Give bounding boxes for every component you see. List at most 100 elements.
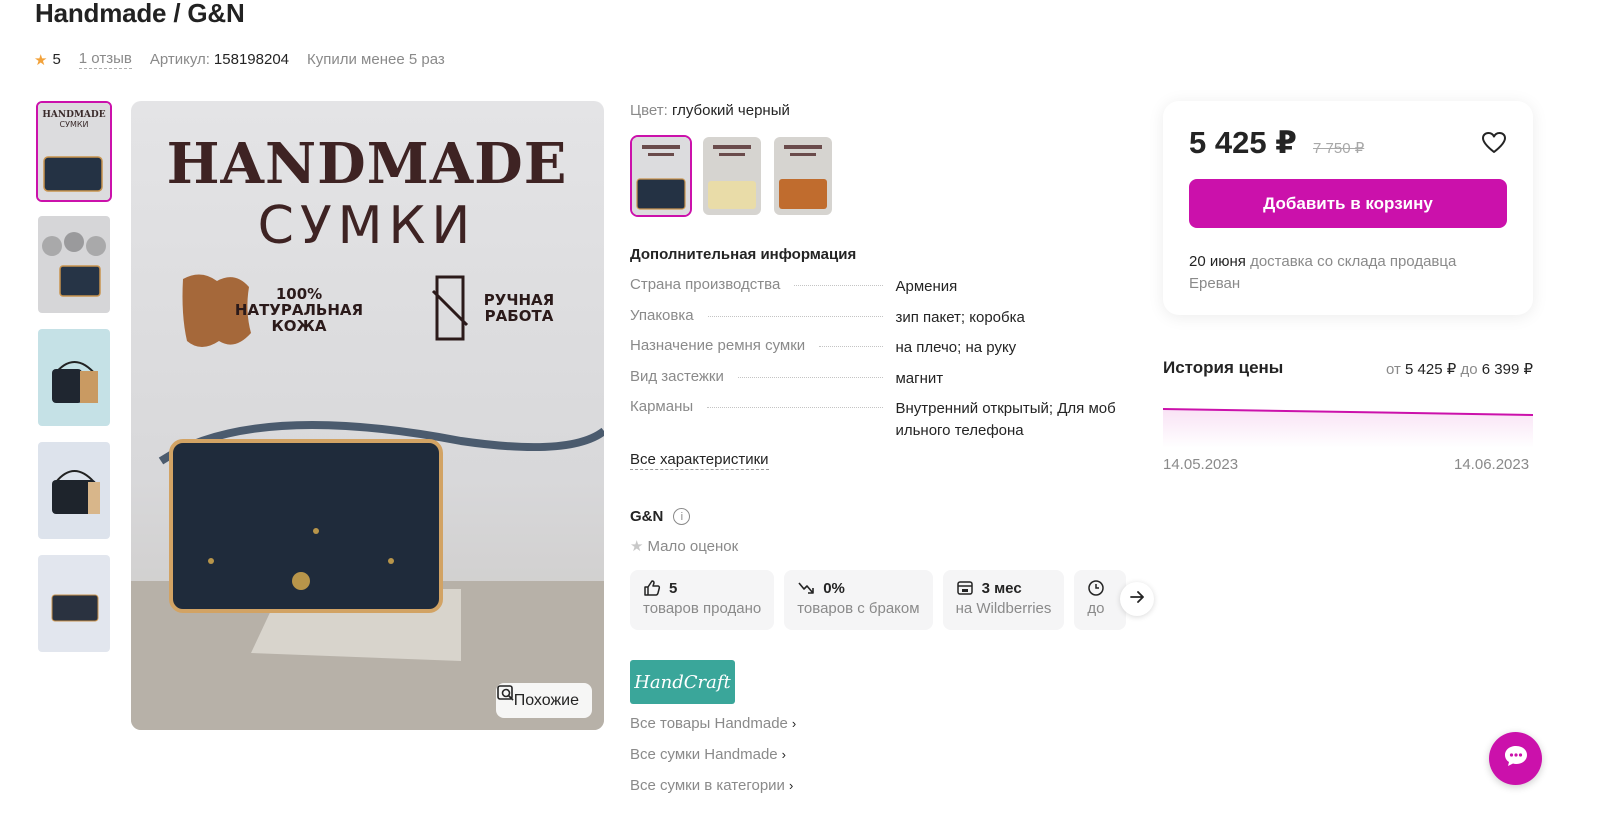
seller-name[interactable]: G&N i [630, 508, 691, 525]
spec-value: Армения [895, 278, 958, 295]
swatch-beige[interactable] [701, 135, 763, 217]
thumbnail-list: HANDMADE СУМКИ [36, 101, 113, 666]
spec-key: Упаковка [630, 307, 694, 324]
stat-value: 5 [669, 579, 678, 597]
spec-value: Внутренний открытый; Для моб ильного тел… [895, 400, 1116, 439]
brand-logo[interactable]: HandCraft [630, 660, 735, 704]
similar-label: Похожие [513, 691, 579, 709]
swatch-image [774, 137, 832, 215]
delivery-date: 20 июня [1189, 253, 1246, 270]
svg-text:HANDMADE: HANDMADE [167, 131, 568, 197]
stat-label: товаров с браком [797, 600, 920, 617]
svg-text:РАБОТА: РАБОТА [485, 307, 554, 325]
add-to-cart-button[interactable]: Добавить в корзину [1189, 179, 1507, 228]
store-icon [956, 579, 974, 597]
product-title: Handmade / G&N [35, 0, 245, 28]
thumbnail-2[interactable] [36, 214, 112, 315]
arrow-right-icon [1128, 588, 1146, 611]
svg-text:СУМКИ: СУМКИ [59, 120, 88, 129]
spec-row: Карманы Внутренний открытый; Для моб иль… [630, 398, 1135, 442]
stat-age: 3 мес на Wildberries [942, 570, 1065, 630]
spec-row: Назначение ремня сумки на плечо; на руку [630, 337, 1135, 359]
stats-next-button[interactable] [1120, 582, 1154, 616]
stat-label: до [1087, 600, 1105, 617]
star-icon: ★ [630, 538, 644, 555]
thumbnail-1[interactable]: HANDMADE СУМКИ [36, 101, 112, 202]
article-label: Артикул: [149, 51, 210, 68]
stat-delivery: до [1074, 570, 1127, 630]
price-history-range: от 5 425 ₽ до 6 399 ₽ [1385, 361, 1533, 378]
link-all-brand-goods[interactable]: Все товары Handmade › [630, 715, 796, 732]
spec-key: Карманы [630, 398, 694, 415]
current-price: 5 425 ₽ [1189, 125, 1297, 160]
reviews-link[interactable]: 1 отзыв [78, 50, 132, 69]
product-meta: ★ 5 1 отзыв Артикул: 158198204 Купили ме… [34, 50, 445, 69]
spec-key: Вид застежки [630, 368, 724, 385]
link-all-category-bags[interactable]: Все сумки в категории › [630, 777, 793, 794]
similar-button[interactable]: Похожие [495, 683, 592, 718]
swatch-black[interactable] [630, 135, 692, 217]
color-line: Цвет: глубокий черный [630, 102, 790, 119]
bought-count: Купили менее 5 раз [307, 51, 445, 68]
info-title: Дополнительная информация [630, 246, 857, 263]
all-characteristics-link[interactable]: Все характеристики [630, 451, 769, 470]
thumbnail-4[interactable] [36, 440, 112, 541]
color-value: глубокий черный [671, 102, 790, 119]
price-history-title: История цены [1163, 358, 1284, 377]
product-photo: HANDMADE СУМКИ 100% НАТУРАЛЬНАЯ КОЖА РУЧ… [131, 131, 604, 730]
thumbnail-image [38, 555, 110, 652]
heart-icon [1481, 132, 1507, 159]
chevron-right-icon: › [791, 716, 797, 731]
spec-value: магнит [895, 370, 944, 387]
spec-value: на плечо; на руку [895, 339, 1017, 356]
price-history-end-date: 14.06.2023 [1454, 456, 1530, 473]
brand-logo-text: HandCraft [634, 671, 731, 693]
spec-key: Страна производства [630, 276, 781, 293]
spec-key: Назначение ремня сумки [630, 337, 806, 354]
stat-sold: 5 товаров продано [630, 570, 775, 630]
thumbnail-image: HANDMADE СУМКИ [38, 103, 110, 200]
seller-rating: ★ Мало оценок [630, 537, 738, 555]
stat-label: товаров продано [643, 600, 762, 617]
thumbnail-image [38, 329, 110, 426]
price-history-chart[interactable] [1163, 398, 1533, 448]
delivery-info: 20 июня доставка со склада продавца Ерев… [1189, 251, 1499, 295]
spec-value: зип пакет; коробка [895, 309, 1025, 326]
seller-stats: 5 товаров продано 0% товаров с браком 3 … [630, 570, 1140, 630]
chevron-right-icon: › [788, 778, 794, 793]
clock-icon [1087, 579, 1105, 597]
chevron-right-icon: › [781, 747, 786, 762]
chat-button[interactable] [1489, 732, 1542, 785]
info-icon[interactable]: i [673, 508, 691, 525]
spec-row: Страна производства Армения [630, 276, 1135, 298]
svg-text:СУМКИ: СУМКИ [258, 196, 477, 256]
seller-name-text: G&N [630, 508, 664, 525]
spec-row: Упаковка зип пакет; коробка [630, 307, 1135, 329]
link-all-brand-bags[interactable]: Все сумки Handmade › [630, 746, 786, 763]
article-value[interactable]: 158198204 [214, 51, 289, 68]
chat-icon [1503, 744, 1529, 773]
stat-label: на Wildberries [955, 600, 1052, 617]
favorite-button[interactable] [1481, 131, 1507, 160]
stat-value: 0% [823, 579, 845, 597]
swatch-brown[interactable] [772, 135, 834, 217]
swatch-image [632, 137, 690, 215]
price-min: 5 425 ₽ [1405, 361, 1457, 378]
trend-down-icon [797, 579, 815, 597]
swatch-image [703, 137, 761, 215]
color-swatches [630, 135, 843, 217]
thumbs-up-icon [643, 579, 661, 597]
thumbnail-5[interactable] [36, 553, 112, 654]
price-card: 5 425 ₽ 7 750 ₽ Добавить в корзину 20 ию… [1163, 101, 1533, 315]
star-icon: ★ [34, 51, 48, 69]
color-label: Цвет: [630, 102, 668, 119]
svg-text:HANDMADE: HANDMADE [42, 110, 105, 120]
stat-value: 3 мес [981, 579, 1022, 597]
thumbnail-image [38, 216, 110, 313]
stat-defect: 0% товаров с браком [784, 570, 933, 630]
svg-text:КОЖА: КОЖА [272, 317, 327, 335]
spec-row: Вид застежки магнит [630, 368, 1135, 390]
main-product-image[interactable]: HANDMADE СУМКИ 100% НАТУРАЛЬНАЯ КОЖА РУЧ… [131, 101, 604, 730]
price-max: 6 399 ₽ [1481, 361, 1533, 378]
thumbnail-3[interactable] [36, 327, 112, 428]
